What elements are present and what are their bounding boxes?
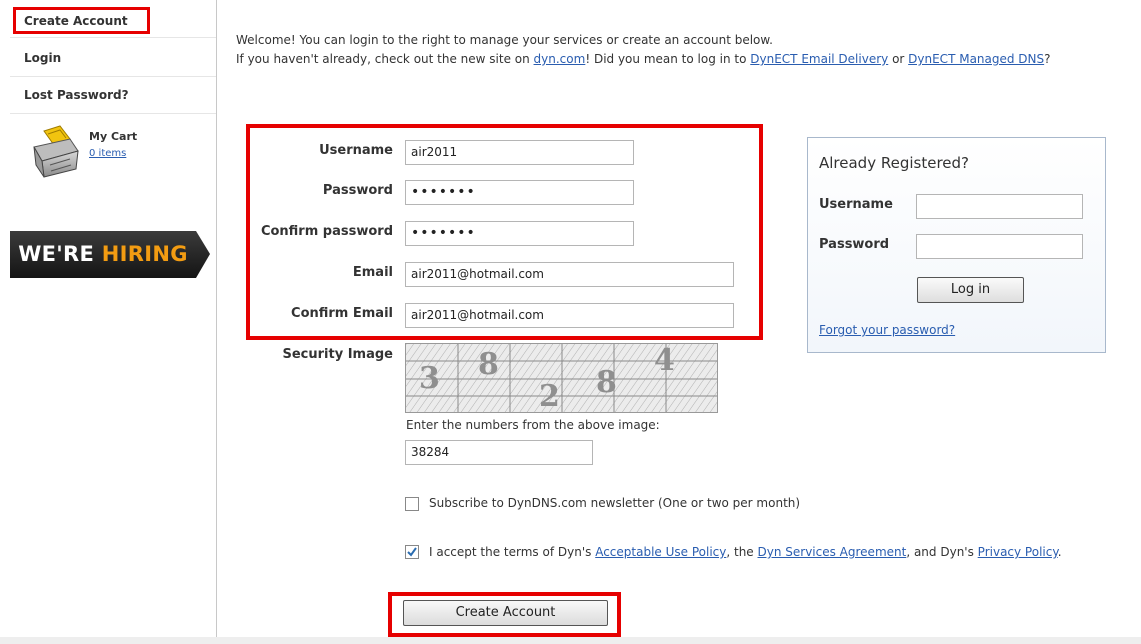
terms-label: I accept the terms of Dyn's Acceptable U…: [429, 545, 1062, 559]
intro-line-2: If you haven't already, check out the ne…: [236, 52, 1051, 66]
sidebar-item-label: Lost Password?: [24, 88, 129, 102]
login-panel: Already Registered? Username Password Lo…: [807, 137, 1106, 353]
forgot-password-link[interactable]: Forgot your password?: [819, 323, 955, 337]
newsletter-checkbox[interactable]: [405, 497, 419, 511]
security-image-label: Security Image: [282, 347, 394, 362]
checkmark-icon: [407, 547, 417, 557]
captcha-input[interactable]: 38284: [405, 440, 593, 465]
login-password-input[interactable]: [916, 234, 1083, 259]
login-password-label: Password: [819, 237, 890, 252]
hiring-label: WE'RE HIRING: [18, 242, 188, 266]
login-heading: Already Registered?: [819, 154, 969, 172]
sidebar-item-label: Login: [24, 51, 62, 65]
login-username-label: Username: [819, 197, 893, 212]
create-account-button[interactable]: Create Account: [403, 600, 608, 626]
captcha-digit: 2: [539, 379, 560, 413]
cart-widget: My Cart 0 items: [30, 125, 140, 185]
welcome-text: Welcome! You can login to the right to m…: [236, 33, 773, 47]
highlight-box: [246, 124, 763, 340]
captcha-grid: 3 8 2 8 4: [406, 344, 717, 413]
newsletter-label: Subscribe to DynDNS.com newsletter (One …: [429, 496, 801, 510]
cart-items-link[interactable]: 0 items: [89, 148, 126, 159]
email-delivery-link[interactable]: DynECT Email Delivery: [750, 52, 888, 66]
captcha-prompt: Enter the numbers from the above image:: [406, 418, 660, 432]
highlight-box: [13, 7, 150, 34]
captcha-digit: 3: [419, 361, 440, 396]
acceptable-use-link[interactable]: Acceptable Use Policy: [595, 545, 726, 559]
intro-text: Welcome! You can login to the right to m…: [236, 31, 1126, 69]
hiring-banner[interactable]: WE'RE HIRING: [10, 231, 210, 278]
login-button[interactable]: Log in: [917, 277, 1024, 303]
managed-dns-link[interactable]: DynECT Managed DNS: [908, 52, 1044, 66]
login-username-input[interactable]: [916, 194, 1083, 219]
captcha-digit: 8: [478, 347, 499, 382]
terms-checkbox[interactable]: [405, 545, 419, 559]
captcha-digit: 8: [596, 365, 617, 400]
sidebar-item-login[interactable]: Login: [10, 40, 216, 77]
cart-title: My Cart: [89, 130, 138, 143]
services-agreement-link[interactable]: Dyn Services Agreement: [758, 545, 907, 559]
captcha-image: 3 8 2 8 4: [405, 343, 718, 413]
sidebar: Create Account Login Lost Password? My C…: [0, 0, 217, 644]
sidebar-item-lost-password[interactable]: Lost Password?: [10, 77, 216, 114]
privacy-policy-link[interactable]: Privacy Policy: [978, 545, 1058, 559]
dyn-com-link[interactable]: dyn.com: [534, 52, 586, 66]
page-bottom-bar: [0, 637, 1141, 644]
captcha-digit: 4: [654, 344, 675, 378]
shopping-basket-icon: [33, 125, 79, 178]
